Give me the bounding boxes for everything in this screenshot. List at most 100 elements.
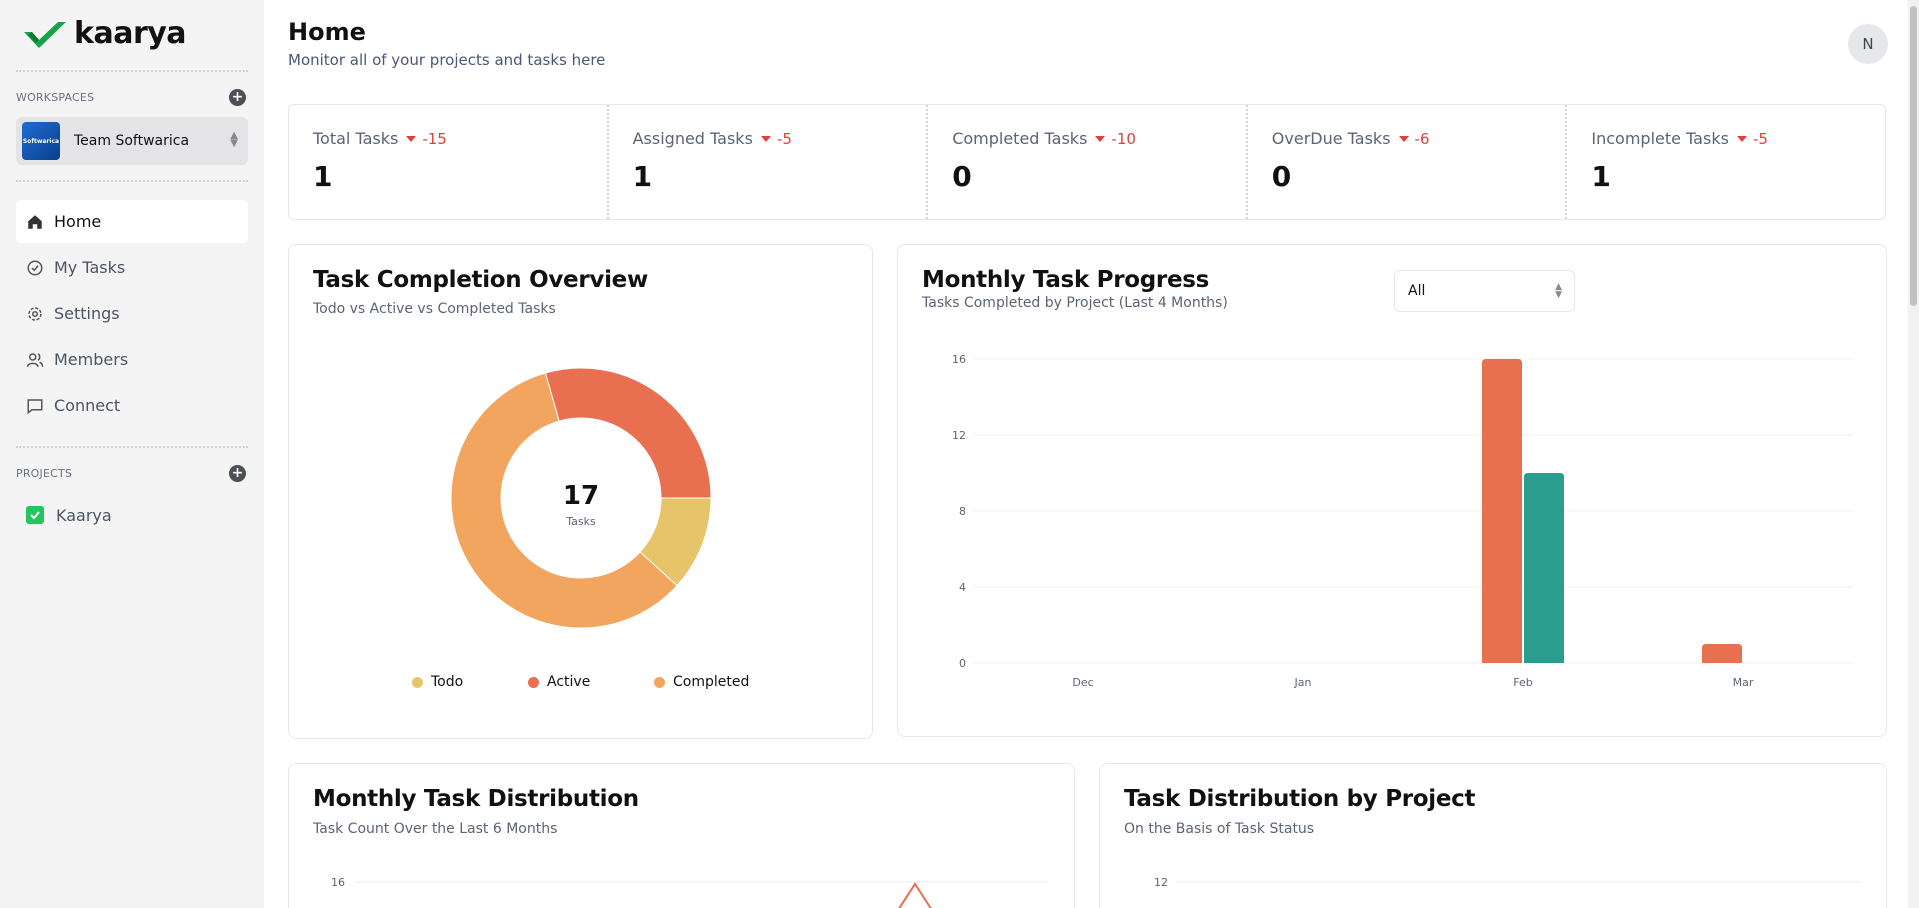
stat-delta: -15 (422, 129, 447, 148)
users-icon (26, 352, 44, 367)
y-tick-label: 4 (959, 581, 966, 594)
y-tick-label: 12 (952, 429, 966, 442)
stat-assigned-tasks: Assigned Tasks -5 1 (606, 105, 927, 219)
chat-icon (27, 398, 43, 414)
sidebar-item-label: My Tasks (54, 258, 126, 277)
page-subtitle: Monitor all of your projects and tasks h… (288, 51, 606, 69)
stat-value: 1 (1591, 160, 1611, 193)
add-project-button[interactable]: + (229, 465, 246, 482)
page-scrollbar[interactable] (1908, 0, 1919, 908)
legend-completed: Completed (654, 674, 749, 690)
sidebar: kaarya WORKSPACES + Softwarica Team Soft… (0, 0, 264, 908)
divider (16, 446, 248, 448)
legend-label: Active (547, 674, 591, 690)
stat-label: Incomplete Tasks (1591, 129, 1729, 148)
stats-bar: Total Tasks -15 1 Assigned Tasks -5 1 Comp… (288, 104, 1886, 220)
sidebar-item-label: Settings (54, 304, 120, 323)
sidebar-item-connect[interactable]: Connect (16, 384, 248, 427)
stat-value: 0 (1271, 160, 1292, 193)
stat-delta: -5 (1752, 129, 1768, 148)
arrow-down-icon (1398, 135, 1409, 142)
donut-center-value: 17 (563, 481, 599, 511)
divider (16, 70, 248, 72)
legend-label: Completed (673, 674, 750, 690)
chevron-updown-icon: ▲ ▼ (1555, 282, 1562, 300)
gear-icon (28, 306, 42, 321)
stat-value: 1 (313, 160, 333, 193)
stat-label: Total Tasks (313, 129, 399, 148)
x-tick-label: Feb (1513, 676, 1532, 689)
add-workspace-button[interactable]: + (229, 89, 246, 106)
card-task-completion: Task Completion Overview Todo vs Active … (288, 244, 873, 739)
home-icon (28, 214, 42, 229)
page-title: Home (288, 18, 366, 46)
select-value: All (1408, 283, 1426, 299)
sidebar-item-label: Members (54, 350, 129, 369)
app-name: kaarya (74, 16, 187, 51)
project-filter-select[interactable]: All ▲ ▼ (1394, 270, 1575, 312)
bar-feb-series-2 (1524, 473, 1564, 663)
stat-delta: -10 (1111, 129, 1136, 148)
y-tick-label: 12 (1154, 876, 1168, 889)
check-circle-icon (27, 260, 43, 275)
bar-mar-series-1 (1702, 644, 1742, 663)
project-bar-chart: 12 (1154, 876, 1862, 889)
legend-todo: Todo (412, 674, 463, 690)
legend-dot (412, 676, 423, 688)
scrollbar-thumb[interactable] (1910, 6, 1917, 306)
legend-label: Todo (431, 674, 464, 690)
y-tick-label: 8 (959, 505, 966, 518)
workspace-name: Team Softwarica (74, 133, 190, 149)
project-label: Kaarya (56, 505, 112, 525)
stat-value: 1 (632, 160, 653, 193)
card-monthly-distribution: Monthly Task Distribution Task Count Ove… (288, 763, 1075, 908)
stat-completed-tasks: Completed Tasks -10 0 (926, 105, 1246, 219)
stat-overdue-tasks: OverDue Tasks -6 0 (1245, 105, 1566, 219)
donut-slice-active (544, 367, 712, 499)
x-tick-label: Jan (1294, 676, 1312, 689)
x-tick-label: Mar (1733, 676, 1754, 689)
divider (16, 180, 248, 182)
series-line (898, 882, 932, 908)
card-title: Task Completion Overview (313, 267, 648, 293)
arrow-down-icon (1095, 135, 1106, 142)
legend-dot (528, 676, 539, 688)
legend-active: Active (528, 674, 590, 690)
card-project-distribution: Task Distribution by Project On the Basi… (1099, 763, 1887, 908)
avatar[interactable]: N (1848, 24, 1888, 64)
sidebar-item-home[interactable]: Home (16, 200, 248, 243)
project-check-icon (26, 506, 44, 524)
stat-value: 0 (952, 160, 972, 193)
stat-incomplete-tasks: Incomplete Tasks -5 1 (1565, 105, 1885, 219)
card-subtitle: Todo vs Active vs Completed Tasks (313, 301, 556, 317)
project-item-kaarya[interactable]: Kaarya (16, 500, 248, 530)
sidebar-item-members[interactable]: Members (16, 338, 248, 381)
sidebar-item-settings[interactable]: Settings (16, 292, 248, 335)
stat-delta: -5 (776, 129, 792, 148)
y-tick-label: 0 (959, 657, 966, 670)
stat-total-tasks: Total Tasks -15 1 (289, 105, 607, 219)
stat-delta: -6 (1414, 129, 1430, 148)
stat-label: Completed Tasks (952, 129, 1088, 148)
check-logo-icon (24, 21, 66, 48)
projects-label: PROJECTS (16, 467, 73, 480)
line-chart: 16 (331, 876, 1047, 908)
arrow-down-icon (760, 135, 771, 142)
sidebar-item-label: Home (54, 212, 102, 231)
bar-feb-series-1 (1482, 359, 1522, 663)
arrow-down-icon (1736, 135, 1747, 142)
legend-dot (654, 676, 665, 688)
arrow-down-icon (406, 135, 417, 142)
bar-chart: 0 4 8 12 16 Dec Jan Feb Mar (952, 353, 1853, 689)
stat-label: OverDue Tasks (1271, 129, 1391, 148)
workspace-logo: Softwarica (22, 122, 60, 160)
workspace-switcher[interactable]: Softwarica Team Softwarica ▲ ▼ (16, 117, 248, 165)
card-monthly-progress: Monthly Task Progress Tasks Completed by… (897, 244, 1887, 737)
sidebar-item-label: Connect (54, 396, 121, 415)
x-tick-label: Dec (1072, 676, 1093, 689)
chevron-updown-icon: ▲ ▼ (230, 130, 238, 149)
brand-logo[interactable]: kaarya (22, 16, 187, 51)
donut-center-label: Tasks (565, 515, 596, 528)
y-tick-label: 16 (331, 876, 345, 889)
sidebar-item-my-tasks[interactable]: My Tasks (16, 246, 248, 289)
